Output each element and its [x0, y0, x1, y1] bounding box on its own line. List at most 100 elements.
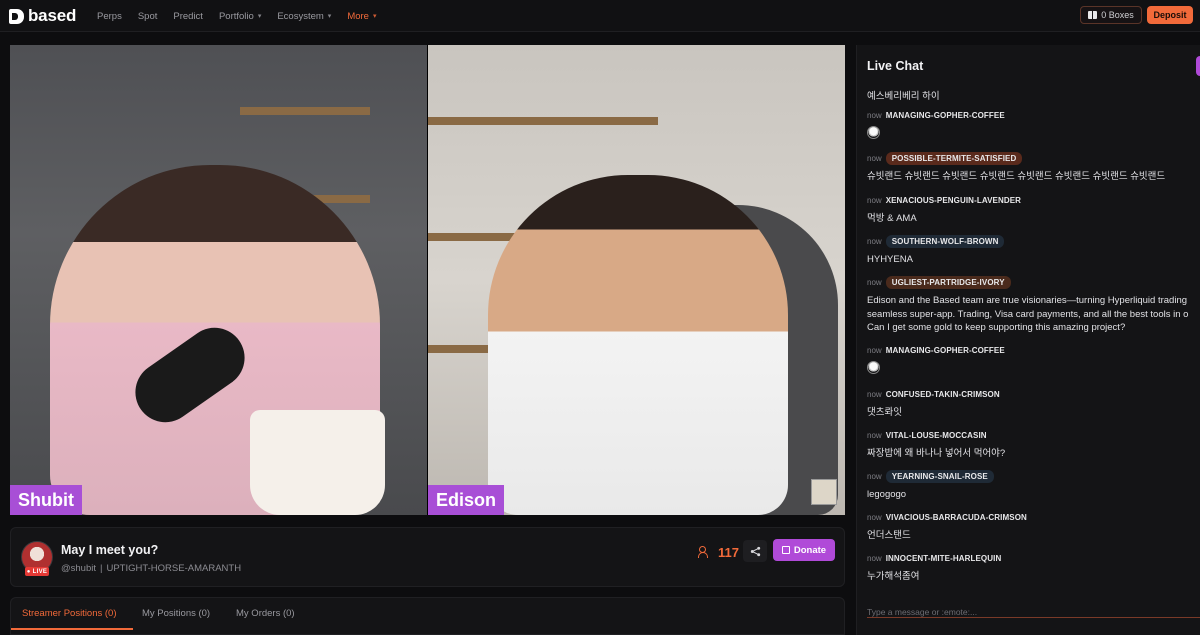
message-time: now	[867, 277, 882, 287]
chat-message: now MANAGING-GOPHER-COFFEE	[867, 108, 1200, 139]
shelf	[428, 117, 658, 125]
message-username[interactable]: UGLIEST-PARTRIDGE-IVORY	[885, 275, 1011, 289]
chat-title: Live Chat	[867, 59, 924, 73]
nav-item-more[interactable]: More ▾	[347, 11, 376, 22]
nav-item-spot[interactable]: Spot	[138, 11, 158, 22]
share-button[interactable]	[743, 540, 767, 562]
message-text: 누가해석좀여	[867, 571, 920, 582]
nav-label: Predict	[173, 10, 203, 22]
camera-feed-right: Edison	[428, 45, 845, 515]
message-username[interactable]: VIVACIOUS-BARRACUDA-CRIMSON	[886, 513, 1027, 522]
live-label: LIVE	[32, 568, 48, 575]
message-time: now	[867, 153, 882, 163]
chat-message: now VIVACIOUS-BARRACUDA-CRIMSON 언더스탠드	[867, 510, 1200, 543]
active-tab-indicator	[11, 628, 133, 630]
pip-thumbnail[interactable]	[811, 479, 837, 505]
nav-label: Spot	[137, 10, 158, 22]
nav-item-perps[interactable]: Perps	[97, 11, 122, 22]
video-player[interactable]: Shubit Edison	[10, 45, 845, 515]
boxes-button[interactable]: 0 Boxes	[1080, 6, 1142, 24]
stream-title: May I meet you?	[61, 543, 159, 557]
message-text: 짜장밥에 왜 바나나 넣어서 먹어야?	[867, 448, 1006, 459]
chevron-down-icon: ▾	[257, 13, 262, 20]
nav-label: More	[347, 10, 369, 22]
camera-feed-left: Shubit	[10, 45, 427, 515]
chat-message: now MANAGING-GOPHER-COFFEE	[867, 343, 1200, 374]
logo-text: based	[28, 6, 77, 25]
boxes-label: 0 Boxes	[1101, 10, 1134, 20]
message-text: legogogo	[867, 489, 907, 500]
chat-message: now YEARNING-SNAIL-ROSE legogogo	[867, 469, 1200, 502]
separator: |	[100, 563, 103, 574]
message-line: seamless super-app. Trading, Visa card p…	[867, 308, 1189, 320]
nav-label: Portfolio	[218, 10, 254, 22]
based-logo[interactable]: based	[9, 6, 76, 26]
donate-label: Donate	[793, 544, 827, 556]
streamer-name-label: Shubit	[10, 485, 82, 515]
positions-panel: Streamer Positions (0) My Positions (0) …	[10, 597, 845, 635]
chevron-down-icon: ▾	[372, 13, 377, 20]
chat-message: now XENACIOUS-PENGUIN-LAVENDER 먹방 & AMA	[867, 193, 1200, 226]
chat-message: 예스베리베리 하이	[867, 85, 1200, 104]
message-text: 예스베리베리 하이	[867, 91, 940, 102]
nav-menu: Perps Spot Predict Portfolio ▾ Ecosystem ▾…	[97, 0, 376, 32]
share-icon	[750, 546, 760, 556]
food-cup	[250, 410, 385, 515]
message-text: 언더스탠드	[867, 530, 911, 541]
chat-message: now UGLIEST-PARTRIDGE-IVORY Edison and th…	[867, 275, 1200, 335]
donate-button[interactable]: Donate	[773, 539, 835, 561]
message-username[interactable]: YEARNING-SNAIL-ROSE	[885, 469, 994, 483]
nav-item-ecosystem[interactable]: Ecosystem ▾	[277, 11, 331, 22]
streamer-handle[interactable]: @shubit	[61, 563, 96, 574]
tab-streamer-positions[interactable]: Streamer Positions (0)	[22, 598, 117, 628]
shelf	[240, 107, 370, 115]
gift-icon	[1088, 11, 1098, 19]
message-time: now	[867, 389, 882, 399]
streamer-name-label: Edison	[428, 485, 505, 515]
message-username[interactable]: POSSIBLE-TERMITE-SATISFIED	[885, 151, 1023, 165]
message-time: now	[867, 471, 882, 481]
message-username[interactable]: VITAL-LOUSE-MOCCASIN	[886, 431, 987, 440]
based-logo-icon	[9, 8, 24, 24]
chat-message: now VITAL-LOUSE-MOCCASIN 짜장밥에 왜 바나나 넣어서 먹…	[867, 428, 1200, 461]
nav-label: Ecosystem	[277, 10, 324, 22]
users-icon	[698, 546, 712, 558]
message-username[interactable]: INNOCENT-MITE-HARLEQUIN	[886, 554, 1002, 563]
message-text: 슈빗랜드 슈빗랜드 슈빗랜드 슈빗랜드 슈빗랜드 슈빗랜드 슈빗랜드 슈빗랜드	[867, 171, 1166, 182]
streamer-edison	[488, 175, 788, 515]
stream-info-panel: ● LIVE May I meet you? @shubit | UPTIGHT…	[10, 527, 845, 587]
message-text: 먹방 & AMA	[867, 213, 917, 224]
message-username[interactable]: MANAGING-GOPHER-COFFEE	[886, 111, 1005, 120]
nav-label: Perps	[97, 10, 122, 22]
ghost-emote-icon	[867, 126, 880, 139]
chat-side-tab[interactable]	[1196, 56, 1200, 76]
message-line: Edison and the Based team are true visio…	[867, 295, 1188, 306]
message-time: now	[867, 195, 882, 205]
chat-input-underline	[867, 617, 1200, 618]
message-time: now	[867, 512, 882, 522]
chat-message: now POSSIBLE-TERMITE-SATISFIED 슈빗랜드 슈빗랜드 …	[867, 151, 1200, 184]
live-chat-panel: Live Chat 예스베리베리 하이 now MANAGING-GOPHER-C…	[856, 45, 1200, 635]
tab-my-positions[interactable]: My Positions (0)	[142, 598, 210, 628]
nav-item-predict[interactable]: Predict	[173, 11, 203, 22]
chat-message: now CONFUSED-TAKIN-CRIMSON 댓츠롸잇	[867, 387, 1200, 420]
chat-message: now INNOCENT-MITE-HARLEQUIN 누가해석좀여	[867, 551, 1200, 584]
message-username[interactable]: CONFUSED-TAKIN-CRIMSON	[886, 390, 1000, 399]
viewer-count-value: 117	[718, 544, 739, 560]
deposit-button[interactable]: Deposit	[1147, 6, 1193, 24]
ghost-emote-icon	[867, 361, 880, 374]
tab-my-orders[interactable]: My Orders (0)	[236, 598, 295, 628]
top-navigation: based Perps Spot Predict Portfolio ▾ Ecos…	[0, 0, 1200, 32]
message-text: HYHYENA	[867, 254, 913, 265]
chevron-down-icon: ▾	[327, 13, 332, 20]
message-username[interactable]: XENACIOUS-PENGUIN-LAVENDER	[886, 196, 1021, 205]
message-time: now	[867, 430, 882, 440]
nav-item-portfolio[interactable]: Portfolio ▾	[219, 11, 261, 22]
message-username[interactable]: MANAGING-GOPHER-COFFEE	[886, 346, 1005, 355]
streamer-username: UPTIGHT-HORSE-AMARANTH	[106, 563, 242, 574]
message-text: Edison and the Based team are true visio…	[867, 294, 1200, 335]
stream-subtitle: @shubit | UPTIGHT-HORSE-AMARANTH	[61, 563, 241, 574]
message-time: now	[867, 236, 882, 246]
message-username[interactable]: SOUTHERN-WOLF-BROWN	[885, 234, 1005, 248]
gift-icon	[781, 546, 790, 554]
